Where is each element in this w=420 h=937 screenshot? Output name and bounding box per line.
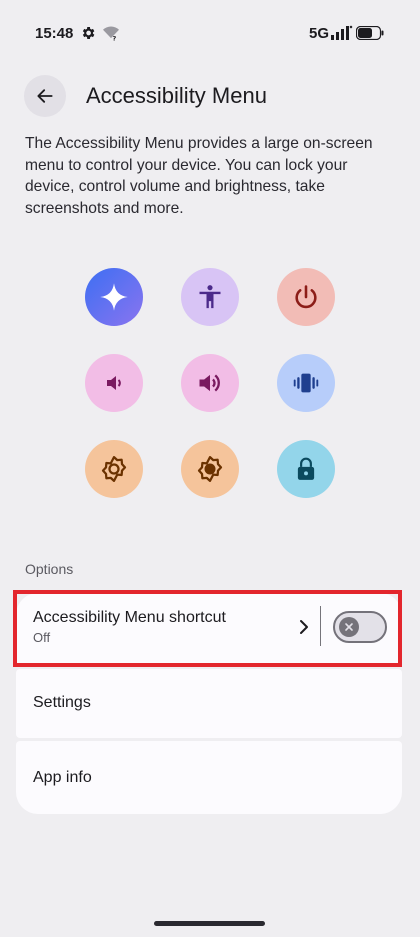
- status-time: 15:48: [35, 25, 74, 42]
- gear-icon: [82, 27, 95, 39]
- vibrate-icon: [293, 373, 319, 393]
- power-feature: [277, 268, 335, 326]
- page-title: Accessibility Menu: [86, 83, 267, 108]
- svg-text:?: ?: [112, 34, 116, 41]
- lock-icon: [297, 457, 315, 480]
- shortcut-status: Off: [33, 630, 51, 645]
- arrow-back-icon: [37, 89, 53, 103]
- chevron-right-icon: [300, 620, 308, 634]
- vibrate-feature: [277, 354, 335, 412]
- network-type: 5G: [309, 25, 330, 42]
- brightness-high-icon: [197, 456, 223, 482]
- status-bar: 15:48 ? 5G: [0, 0, 420, 66]
- close-icon: [345, 623, 353, 631]
- brightness-down-feature: [85, 440, 143, 498]
- row-divider: [320, 606, 321, 646]
- brightness-up-feature: [181, 440, 239, 498]
- accessibility-settings-feature: [181, 268, 239, 326]
- signal-icon: [331, 25, 353, 40]
- volume-down-feature: [85, 354, 143, 412]
- toggle-knob: [339, 617, 359, 637]
- wifi-off-icon: ?: [103, 26, 119, 41]
- options-section-label: Options: [25, 561, 74, 577]
- shortcut-title: Accessibility Menu shortcut: [33, 609, 226, 626]
- volume-up-feature: [181, 354, 239, 412]
- gesture-nav-handle[interactable]: [154, 921, 265, 926]
- app-info-row[interactable]: App info: [16, 741, 402, 814]
- settings-row[interactable]: Settings: [16, 669, 402, 738]
- battery-icon: [356, 26, 384, 40]
- description-text: The Accessibility Menu provides a large …: [25, 135, 373, 217]
- shortcut-toggle[interactable]: [333, 611, 387, 643]
- assistant-sparkle-icon: [100, 283, 128, 311]
- accessibility-shortcut-row[interactable]: Accessibility Menu shortcut Off: [16, 593, 402, 666]
- lock-screen-feature: [277, 440, 335, 498]
- brightness-low-icon: [101, 456, 127, 482]
- assistant-feature: [85, 268, 143, 326]
- accessibility-person-icon: [199, 285, 221, 309]
- power-icon: [295, 285, 317, 309]
- volume-down-icon: [107, 376, 121, 390]
- volume-up-icon: [199, 374, 220, 392]
- settings-label: Settings: [33, 694, 91, 711]
- app-info-label: App info: [33, 769, 92, 786]
- back-button[interactable]: [24, 75, 66, 117]
